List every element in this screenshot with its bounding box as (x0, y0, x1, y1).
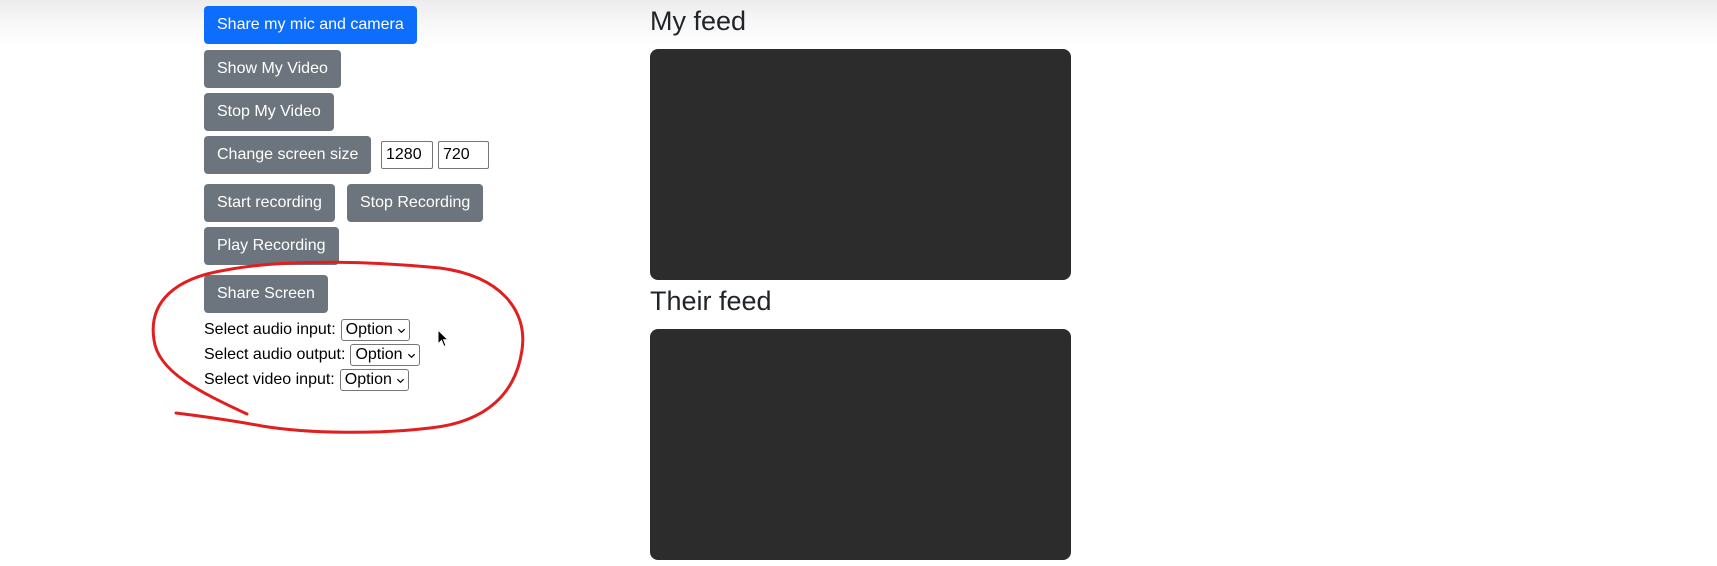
stop-recording-button[interactable]: Stop Recording (347, 184, 484, 222)
share-screen-button[interactable]: Share Screen (204, 275, 328, 313)
change-screen-size-button[interactable]: Change screen size (204, 136, 372, 174)
video-input-select[interactable]: Option (339, 369, 409, 391)
my-feed-title: My feed (650, 6, 747, 36)
height-input[interactable] (438, 141, 489, 169)
page: Share my mic and camera Show My Video St… (0, 0, 1717, 566)
audio-output-select[interactable]: Option (350, 344, 420, 366)
my-feed-video[interactable] (650, 49, 1071, 280)
chevron-down-icon (397, 328, 405, 333)
audio-output-select-value: Option (355, 346, 403, 363)
audio-input-select[interactable]: Option (340, 319, 410, 341)
video-input-select-value: Option (344, 371, 392, 388)
audio-input-select-value: Option (345, 321, 393, 338)
chevron-down-icon (407, 353, 415, 358)
width-input[interactable] (381, 141, 433, 169)
audio-output-row: Select audio output: Option (204, 343, 420, 367)
mouse-cursor-icon (437, 329, 449, 348)
their-feed-video[interactable] (650, 329, 1071, 560)
video-input-row: Select video input: Option (204, 368, 409, 392)
start-recording-button[interactable]: Start recording (204, 184, 335, 222)
play-recording-button[interactable]: Play Recording (204, 227, 339, 265)
audio-output-label: Select audio output: (204, 346, 346, 363)
show-my-video-button[interactable]: Show My Video (204, 50, 341, 88)
their-feed-title: Their feed (650, 286, 772, 316)
audio-input-label: Select audio input: (204, 321, 336, 338)
stop-my-video-button[interactable]: Stop My Video (204, 93, 334, 131)
share-mic-camera-button[interactable]: Share my mic and camera (204, 6, 417, 44)
chevron-down-icon (396, 378, 404, 383)
video-input-label: Select video input: (204, 371, 335, 388)
audio-input-row: Select audio input: Option (204, 318, 410, 342)
